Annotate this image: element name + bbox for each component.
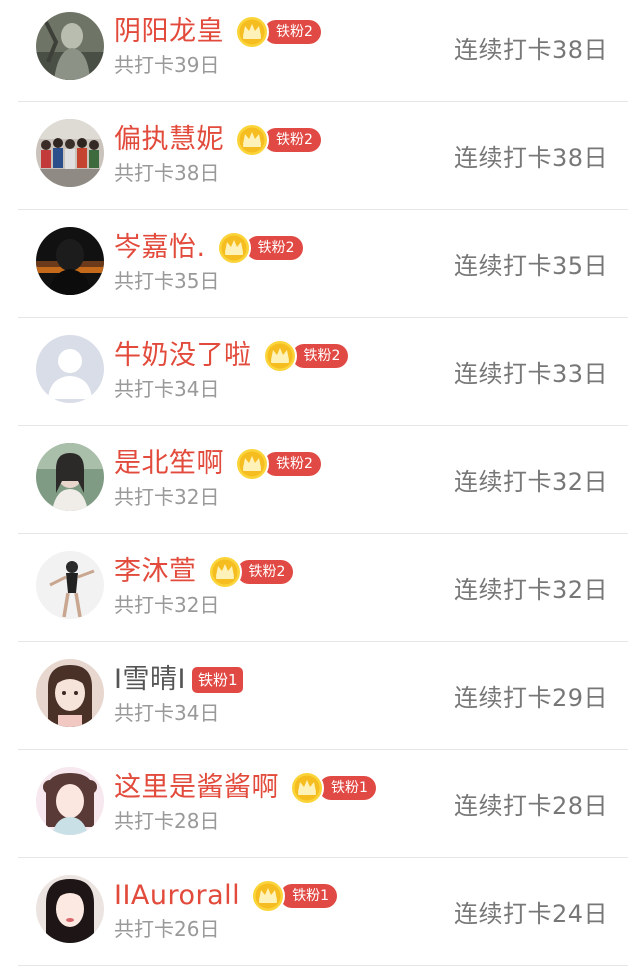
- avatar[interactable]: [36, 767, 104, 835]
- consecutive-checkin-days: 连续打卡28日: [453, 792, 608, 820]
- total-checkin-days: 共打卡39日: [114, 53, 220, 77]
- name-line: 牛奶没了啦 铁粉2: [114, 338, 349, 374]
- user-name[interactable]: IIAurorall: [114, 878, 240, 914]
- fan-level-label: 铁粉2: [264, 20, 321, 44]
- user-name[interactable]: 偏执慧妮: [114, 122, 224, 158]
- consecutive-checkin-days: 连续打卡38日: [453, 144, 608, 172]
- total-checkin-days: 共打卡38日: [114, 161, 220, 185]
- consecutive-checkin-days: 连续打卡38日: [453, 36, 608, 64]
- total-checkin-days: 共打卡32日: [114, 485, 220, 509]
- list-item[interactable]: 是北笙啊 铁粉2 共打卡32日 连续打卡32日: [18, 426, 628, 534]
- crown-coin-icon: [290, 771, 324, 805]
- avatar[interactable]: [36, 659, 104, 727]
- name-line: IIAurorall 铁粉1: [114, 878, 338, 914]
- crown-coin-icon: [207, 555, 242, 589]
- fan-level-label: 铁粉2: [245, 236, 303, 260]
- crown-coin-icon: [235, 447, 269, 481]
- fan-level-badge: 铁粉2: [234, 123, 321, 157]
- fan-level-badge: 铁粉2: [207, 555, 294, 589]
- consecutive-checkin-days: 连续打卡33日: [453, 360, 608, 388]
- list-item[interactable]: 这里是酱酱啊 铁粉1 共打卡28日 连续打卡28日: [18, 750, 628, 858]
- fan-level-badge: 铁粉1: [289, 771, 376, 805]
- fan-level-label: 铁粉1: [280, 884, 338, 908]
- fan-level-label: 铁粉1: [319, 776, 376, 800]
- consecutive-checkin-days: 连续打卡32日: [453, 468, 608, 496]
- crown-coin-icon: [235, 123, 269, 157]
- user-name[interactable]: 是北笙啊: [114, 446, 224, 482]
- crown-coin-icon: [251, 879, 286, 913]
- list-item[interactable]: 岑嘉怡. 铁粉2 共打卡35日 连续打卡35日: [18, 210, 628, 318]
- fan-level-badge: 铁粉2: [216, 231, 303, 265]
- consecutive-checkin-days: 连续打卡35日: [453, 252, 608, 280]
- avatar[interactable]: [36, 12, 104, 80]
- fan-level-badge: 铁粉1: [250, 879, 338, 913]
- name-line: 这里是酱酱啊 铁粉1: [114, 770, 376, 806]
- user-name[interactable]: 阴阳龙皇: [114, 14, 224, 50]
- crown-coin-icon: [216, 231, 251, 265]
- list-item[interactable]: 牛奶没了啦 铁粉2 共打卡34日 连续打卡33日: [18, 318, 628, 426]
- crown-coin-icon: [262, 339, 297, 373]
- avatar[interactable]: [36, 551, 104, 619]
- total-checkin-days: 共打卡34日: [114, 701, 220, 725]
- name-line: I雪晴I 铁粉1: [114, 662, 244, 698]
- list-item[interactable]: 阴阳龙皇 铁粉2 共打卡39日 连续打卡38日: [18, 0, 628, 102]
- user-name[interactable]: 牛奶没了啦: [114, 338, 252, 374]
- list-item[interactable]: 李沐萱 铁粉2 共打卡32日 连续打卡32日: [18, 534, 628, 642]
- crown-coin-icon: [235, 15, 269, 49]
- name-line: 阴阳龙皇 铁粉2: [114, 14, 321, 50]
- name-line: 是北笙啊 铁粉2: [114, 446, 321, 482]
- consecutive-checkin-days: 连续打卡24日: [453, 900, 608, 928]
- fan-level-label: 铁粉2: [236, 560, 294, 584]
- user-name[interactable]: I雪晴I: [114, 662, 186, 698]
- user-name[interactable]: 这里是酱酱啊: [114, 770, 279, 806]
- total-checkin-days: 共打卡35日: [114, 269, 220, 293]
- list-item[interactable]: I雪晴I 铁粉1 共打卡34日 连续打卡29日: [18, 642, 628, 750]
- fan-level-label: 铁粉2: [264, 128, 321, 152]
- total-checkin-days: 共打卡32日: [114, 593, 220, 617]
- fan-level-badge: 铁粉1: [191, 667, 244, 693]
- fan-level-label: 铁粉2: [264, 452, 321, 476]
- consecutive-checkin-days: 连续打卡29日: [453, 684, 608, 712]
- user-name[interactable]: 李沐萱: [114, 554, 197, 590]
- user-name[interactable]: 岑嘉怡.: [114, 230, 206, 266]
- fan-level-label: 铁粉2: [291, 344, 349, 368]
- total-checkin-days: 共打卡26日: [114, 917, 220, 941]
- avatar[interactable]: [36, 875, 104, 943]
- name-line: 岑嘉怡. 铁粉2: [114, 230, 303, 266]
- total-checkin-days: 共打卡28日: [114, 809, 220, 833]
- avatar[interactable]: [36, 227, 104, 295]
- total-checkin-days: 共打卡34日: [114, 377, 220, 401]
- avatar[interactable]: [36, 119, 104, 187]
- fan-level-badge: 铁粉2: [234, 447, 321, 481]
- consecutive-checkin-days: 连续打卡32日: [453, 576, 608, 604]
- fan-level-badge: 铁粉2: [234, 15, 321, 49]
- name-line: 偏执慧妮 铁粉2: [114, 122, 321, 158]
- fan-level-badge: 铁粉2: [262, 339, 349, 373]
- avatar[interactable]: [36, 335, 104, 403]
- list-item[interactable]: IIAurorall 铁粉1 共打卡26日 连续打卡24日: [18, 858, 628, 966]
- checkin-ranking-list: 阴阳龙皇 铁粉2 共打卡39日 连续打卡38日 偏执慧妮 铁粉2 共打卡38日 连续打卡38日…: [0, 0, 640, 966]
- avatar[interactable]: [36, 443, 104, 511]
- name-line: 李沐萱 铁粉2: [114, 554, 294, 590]
- list-item[interactable]: 偏执慧妮 铁粉2 共打卡38日 连续打卡38日: [18, 102, 628, 210]
